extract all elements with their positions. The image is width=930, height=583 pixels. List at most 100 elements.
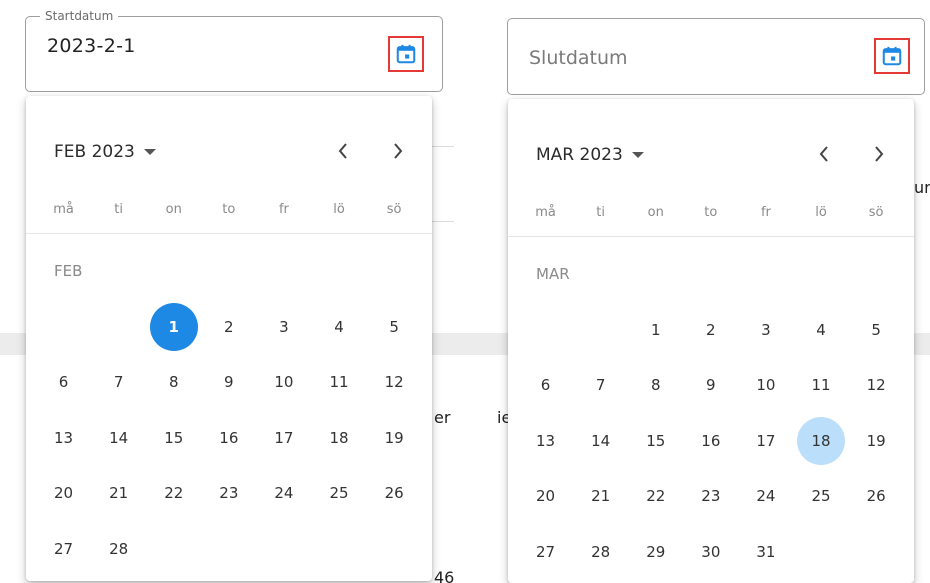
day-cell[interactable]: 3 xyxy=(738,302,793,358)
end-calendar-button[interactable] xyxy=(874,38,910,74)
day-cell[interactable]: 15 xyxy=(146,410,201,466)
month-year-selector[interactable]: MAR 2023 xyxy=(536,145,644,165)
day-cell[interactable]: 18 xyxy=(311,410,366,466)
background-text: ur xyxy=(914,178,930,197)
end-date-placeholder[interactable]: Slutdatum xyxy=(529,47,628,69)
start-date-field[interactable]: Startdatum 2023-2-1 xyxy=(25,8,443,92)
day-cell[interactable]: 16 xyxy=(201,410,256,466)
day-cell[interactable]: 3 xyxy=(256,299,311,355)
day-cell[interactable]: 16 xyxy=(683,413,738,469)
empty-day-cell xyxy=(518,302,573,358)
start-date-value[interactable]: 2023-2-1 xyxy=(47,35,136,57)
day-cell[interactable]: 24 xyxy=(256,466,311,522)
day-cell[interactable]: 22 xyxy=(146,466,201,522)
end-calendar-popup: MAR 2023 må ti on to fr lö sö MAR 1 2 3 4 5 6 7 8 9 10 1… xyxy=(508,99,914,583)
day-cell[interactable]: 5 xyxy=(367,299,422,355)
day-number: 17 xyxy=(756,431,776,450)
day-cell[interactable]: 17 xyxy=(738,413,793,469)
weekday-label: lö xyxy=(333,202,345,217)
day-grid: 1 2 3 4 5 6 7 8 9 10 11 12 13 14 15 16 17 18 19 20 21 22 23 24 2… xyxy=(36,299,422,577)
day-cell[interactable]: 5 xyxy=(849,302,904,358)
day-number: 18 xyxy=(797,416,846,465)
previous-month-button[interactable] xyxy=(809,141,839,171)
day-cell[interactable]: 24 xyxy=(738,469,793,525)
day-cell[interactable]: 4 xyxy=(793,302,848,358)
day-cell[interactable]: 1 xyxy=(146,299,201,355)
day-cell[interactable]: 27 xyxy=(518,524,573,580)
day-number: 23 xyxy=(219,484,239,503)
day-cell[interactable]: 14 xyxy=(91,410,146,466)
day-number: 20 xyxy=(536,487,556,506)
day-number: 30 xyxy=(701,542,721,561)
day-cell[interactable]: 12 xyxy=(367,355,422,411)
day-number: 8 xyxy=(650,376,661,395)
previous-month-button[interactable] xyxy=(328,138,358,168)
end-date-field[interactable]: Slutdatum xyxy=(507,18,925,95)
day-number: 26 xyxy=(384,484,404,503)
day-cell[interactable]: 9 xyxy=(201,355,256,411)
day-cell[interactable]: 28 xyxy=(573,524,628,580)
month-year-selector[interactable]: FEB 2023 xyxy=(54,142,156,162)
day-cell[interactable]: 18 xyxy=(793,413,848,469)
empty-day-cell xyxy=(573,302,628,358)
day-number: 19 xyxy=(384,428,404,447)
day-cell[interactable]: 28 xyxy=(91,521,146,577)
day-cell[interactable]: 7 xyxy=(573,358,628,414)
day-cell[interactable]: 19 xyxy=(849,413,904,469)
day-cell[interactable]: 15 xyxy=(628,413,683,469)
weekday-divider xyxy=(508,236,914,237)
day-cell[interactable]: 20 xyxy=(36,466,91,522)
day-cell[interactable]: 21 xyxy=(573,469,628,525)
start-calendar-button[interactable] xyxy=(388,36,424,72)
day-cell[interactable]: 2 xyxy=(201,299,256,355)
day-cell[interactable]: 23 xyxy=(683,469,738,525)
day-cell[interactable]: 14 xyxy=(573,413,628,469)
day-number: 25 xyxy=(329,484,349,503)
day-cell[interactable]: 26 xyxy=(849,469,904,525)
day-cell[interactable]: 26 xyxy=(367,466,422,522)
weekday-label: on xyxy=(647,205,664,220)
day-cell[interactable]: 13 xyxy=(36,410,91,466)
day-number: 18 xyxy=(329,428,349,447)
day-cell[interactable]: 23 xyxy=(201,466,256,522)
month-year-label: MAR 2023 xyxy=(536,145,623,165)
day-cell[interactable]: 25 xyxy=(793,469,848,525)
day-number: 29 xyxy=(646,542,666,561)
day-cell[interactable]: 8 xyxy=(146,355,201,411)
day-number: 20 xyxy=(54,484,74,503)
day-cell[interactable]: 22 xyxy=(628,469,683,525)
day-cell[interactable]: 31 xyxy=(738,524,793,580)
empty-day-cell xyxy=(36,299,91,355)
weekday-label: må xyxy=(535,205,556,220)
day-cell[interactable]: 29 xyxy=(628,524,683,580)
next-month-button[interactable] xyxy=(383,138,413,168)
caret-down-icon xyxy=(631,152,644,158)
day-cell[interactable]: 7 xyxy=(91,355,146,411)
day-cell[interactable]: 27 xyxy=(36,521,91,577)
day-cell[interactable]: 2 xyxy=(683,302,738,358)
day-cell[interactable]: 6 xyxy=(36,355,91,411)
day-cell[interactable]: 17 xyxy=(256,410,311,466)
day-cell[interactable]: 11 xyxy=(311,355,366,411)
weekday-header: må ti on to fr lö sö xyxy=(518,205,904,220)
day-cell[interactable]: 21 xyxy=(91,466,146,522)
day-cell[interactable]: 8 xyxy=(628,358,683,414)
day-number: 14 xyxy=(109,428,129,447)
day-cell[interactable]: 9 xyxy=(683,358,738,414)
day-cell[interactable]: 20 xyxy=(518,469,573,525)
day-cell[interactable]: 30 xyxy=(683,524,738,580)
day-number: 9 xyxy=(224,373,234,392)
day-cell[interactable]: 25 xyxy=(311,466,366,522)
day-cell[interactable]: 19 xyxy=(367,410,422,466)
day-cell[interactable]: 6 xyxy=(518,358,573,414)
day-cell[interactable]: 10 xyxy=(256,355,311,411)
day-number: 24 xyxy=(756,487,776,506)
day-cell[interactable]: 10 xyxy=(738,358,793,414)
day-cell[interactable]: 1 xyxy=(628,302,683,358)
month-year-label: FEB 2023 xyxy=(54,142,135,162)
day-cell[interactable]: 4 xyxy=(311,299,366,355)
next-month-button[interactable] xyxy=(864,141,894,171)
day-cell[interactable]: 12 xyxy=(849,358,904,414)
day-cell[interactable]: 11 xyxy=(793,358,848,414)
day-cell[interactable]: 13 xyxy=(518,413,573,469)
